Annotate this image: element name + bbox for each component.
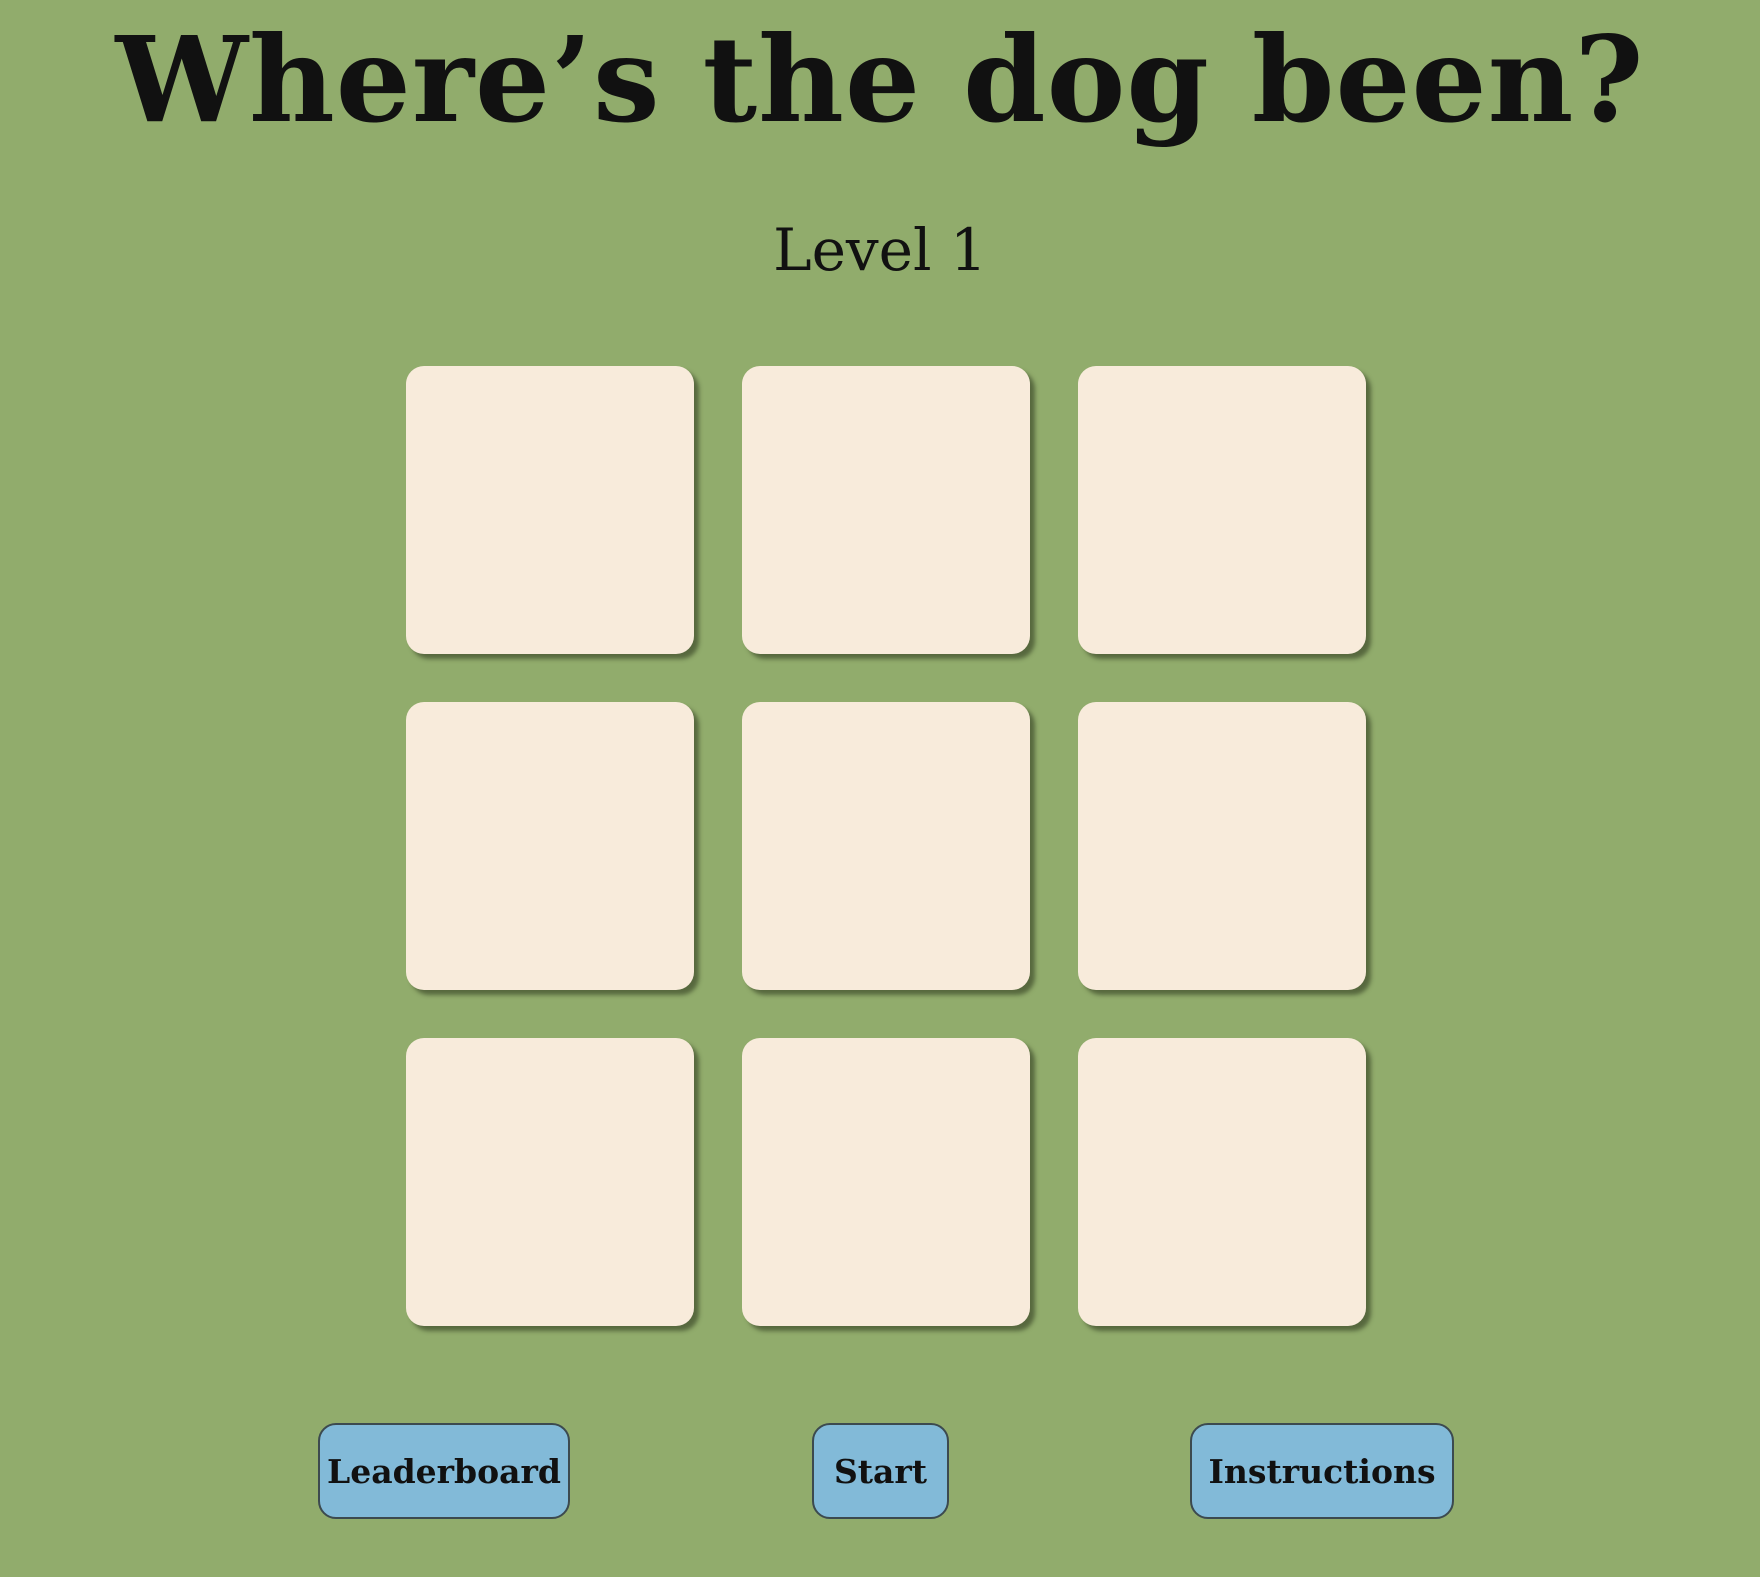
game-title: Where’s the dog been? (115, 10, 1645, 149)
instructions-button[interactable]: Instructions (1190, 1423, 1454, 1519)
leaderboard-button[interactable]: Leaderboard (318, 1423, 570, 1519)
tile-1[interactable] (406, 366, 694, 654)
tile-7[interactable] (406, 1038, 694, 1326)
tile-2[interactable] (742, 366, 1030, 654)
level-indicator: Level 1 (773, 216, 987, 284)
start-button[interactable]: Start (812, 1423, 949, 1519)
tile-3[interactable] (1078, 366, 1366, 654)
tile-8[interactable] (742, 1038, 1030, 1326)
tile-6[interactable] (1078, 702, 1366, 990)
tile-grid (406, 366, 1366, 1326)
tile-4[interactable] (406, 702, 694, 990)
tile-9[interactable] (1078, 1038, 1366, 1326)
tile-5[interactable] (742, 702, 1030, 990)
